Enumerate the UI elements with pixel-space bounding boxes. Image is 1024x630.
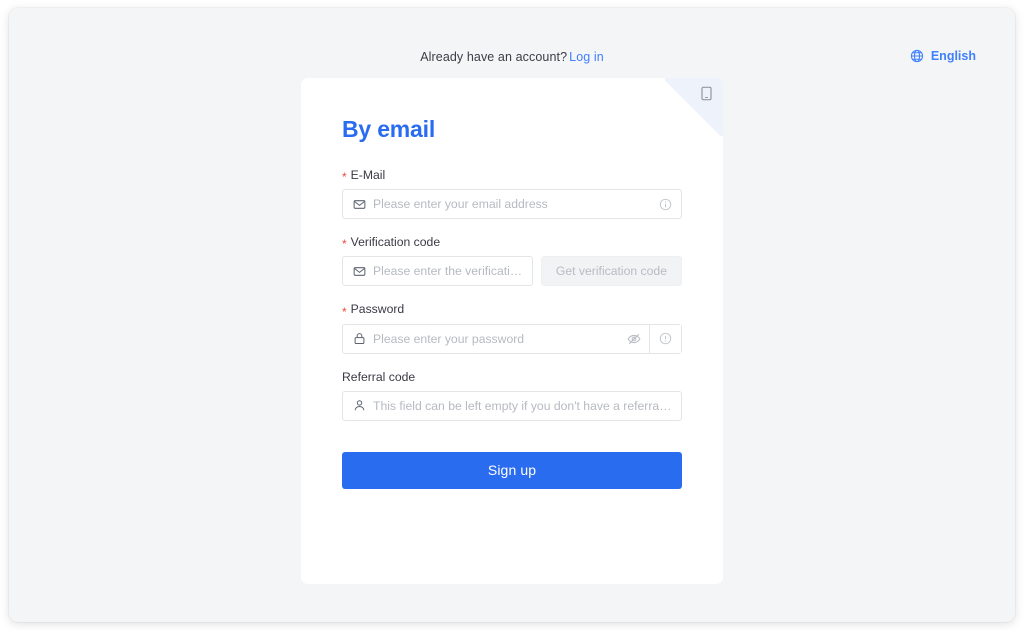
password-label-text: Password [350, 302, 405, 317]
envelope-icon [353, 265, 366, 278]
info-circle-icon[interactable] [659, 198, 672, 211]
eye-slash-icon[interactable] [625, 332, 649, 346]
lock-icon [353, 332, 366, 345]
password-label: * Password [342, 302, 682, 319]
required-asterisk: * [342, 237, 347, 252]
get-verification-code-button[interactable]: Get verification code [540, 256, 682, 287]
referral-code-input[interactable]: This field can be left empty if you don'… [342, 390, 682, 421]
verification-code-input[interactable]: Please enter the verification ... [342, 256, 533, 287]
password-placeholder[interactable]: Please enter your password [373, 332, 625, 346]
language-selector[interactable]: English [910, 49, 976, 63]
signup-card: By email * E-Mail Please enter your emai… [301, 78, 723, 584]
switch-to-phone-ribbon[interactable] [665, 78, 723, 136]
verification-input-row: Please enter the verification ... Get ve… [342, 256, 682, 287]
verification-label-text: Verification code [350, 235, 441, 250]
app-frame: Already have an account?Log in English [9, 8, 1015, 622]
password-input[interactable]: Please enter your password [342, 323, 682, 354]
referral-label: Referral code [342, 369, 682, 384]
email-label: * E-Mail [342, 168, 682, 185]
account-prompt-text: Already have an account? [420, 50, 568, 64]
required-asterisk: * [342, 304, 347, 319]
field-password: * Password Please enter your password [342, 302, 682, 354]
mobile-phone-icon [700, 86, 713, 101]
field-email: * E-Mail Please enter your email address [342, 168, 682, 220]
user-icon [353, 399, 366, 412]
email-input-row: Please enter your email address [342, 189, 682, 220]
field-referral-code: Referral code This field can be left emp… [342, 369, 682, 421]
referral-input-row: This field can be left empty if you don'… [342, 390, 682, 421]
login-link[interactable]: Log in [569, 50, 604, 64]
required-asterisk: * [342, 170, 347, 185]
referral-label-text: Referral code [342, 369, 416, 384]
sign-up-button[interactable]: Sign up [342, 451, 682, 489]
field-verification-code: * Verification code Please enter the ver… [342, 235, 682, 287]
envelope-icon [353, 198, 366, 211]
verification-placeholder[interactable]: Please enter the verification ... [373, 264, 523, 278]
email-label-text: E-Mail [350, 168, 386, 182]
globe-icon [910, 49, 924, 63]
page-title: By email [342, 116, 436, 142]
language-label: English [930, 49, 976, 63]
email-input[interactable]: Please enter your email address [342, 189, 682, 220]
password-info-icon[interactable] [649, 324, 681, 353]
referral-placeholder[interactable]: This field can be left empty if you don'… [373, 399, 672, 413]
email-placeholder[interactable]: Please enter your email address [373, 197, 653, 211]
password-input-row: Please enter your password [342, 323, 682, 354]
verification-label: * Verification code [342, 235, 682, 252]
account-prompt: Already have an account? Log in [9, 50, 1015, 64]
